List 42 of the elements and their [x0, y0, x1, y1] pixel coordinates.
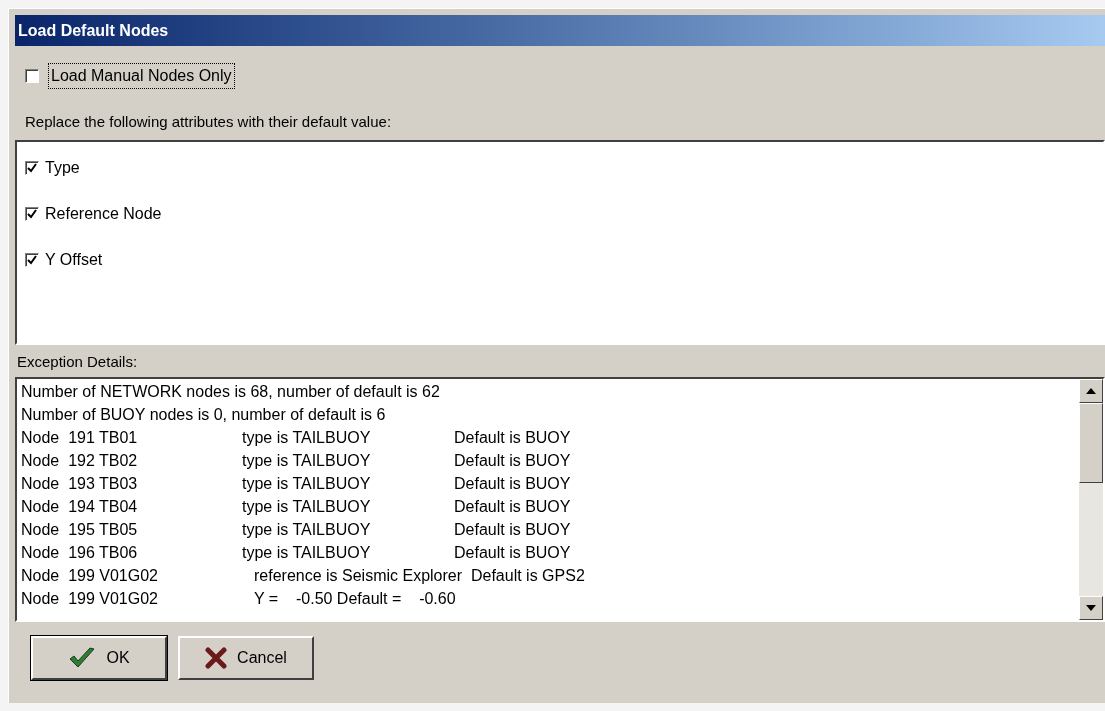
default-text: Default is BUOY — [454, 542, 571, 563]
section-label: Exception Details: — [17, 351, 138, 372]
ok-button[interactable]: OK — [31, 636, 167, 680]
section-label: Replace the following attributes with their default value: — [25, 112, 392, 132]
checkbox[interactable] — [25, 69, 39, 83]
checkmark-icon — [68, 646, 97, 670]
default-text: Default is BUOY — [454, 519, 571, 540]
cancel-button[interactable]: Cancel — [178, 636, 314, 680]
window-title: Load Default Nodes — [15, 15, 1105, 46]
default-text: Default is BUOY — [454, 450, 571, 471]
change-text: type is TAILBUOY — [242, 542, 372, 563]
checkbox-label[interactable]: Y Offset — [45, 247, 103, 272]
node-name: Node 194 TB04 — [21, 496, 139, 517]
node-name: Node 199 V01G02 — [21, 565, 159, 586]
cross-icon — [205, 647, 228, 669]
change-text: type is TAILBUOY — [242, 473, 372, 494]
up-arrow-icon — [1086, 388, 1096, 394]
scroll-down-button[interactable] — [1079, 596, 1103, 620]
node-name: Node 192 TB02 — [21, 450, 139, 471]
change-text: reference is Seismic Explorer Default is GPS2 — [254, 565, 585, 586]
node-name: Node 195 TB05 — [21, 519, 139, 540]
change-text: type is TAILBUOY — [242, 496, 372, 517]
default-text: Default is BUOY — [454, 427, 571, 448]
log-line: Number of NETWORK nodes is 68, number of default is 62 — [21, 381, 440, 402]
node-name: Node 191 TB01 — [21, 427, 139, 448]
checkbox-label[interactable]: Reference Node — [45, 201, 162, 226]
change-text: type is TAILBUOY — [242, 450, 372, 471]
checkbox-label[interactable]: Load Manual Nodes Only — [48, 63, 235, 89]
down-arrow-icon — [1086, 605, 1096, 611]
default-text: Default is BUOY — [454, 496, 571, 517]
scroll-up-button[interactable] — [1079, 379, 1103, 403]
node-name: Node 193 TB03 — [21, 473, 139, 494]
change-text: type is TAILBUOY — [242, 427, 372, 448]
node-name: Node 199 V01G02 — [21, 588, 159, 609]
scrollbar[interactable] — [1079, 379, 1103, 620]
default-text: Default is BUOY — [454, 473, 571, 494]
scroll-thumb[interactable] — [1079, 403, 1103, 483]
node-name: Node 196 TB06 — [21, 542, 139, 563]
change-text: Y = -0.50 Default = -0.60 — [254, 588, 456, 609]
log-line: Number of BUOY nodes is 0, number of default is 6 — [21, 404, 386, 425]
change-text: type is TAILBUOY — [242, 519, 372, 540]
checkbox-label[interactable]: Type — [45, 155, 80, 180]
